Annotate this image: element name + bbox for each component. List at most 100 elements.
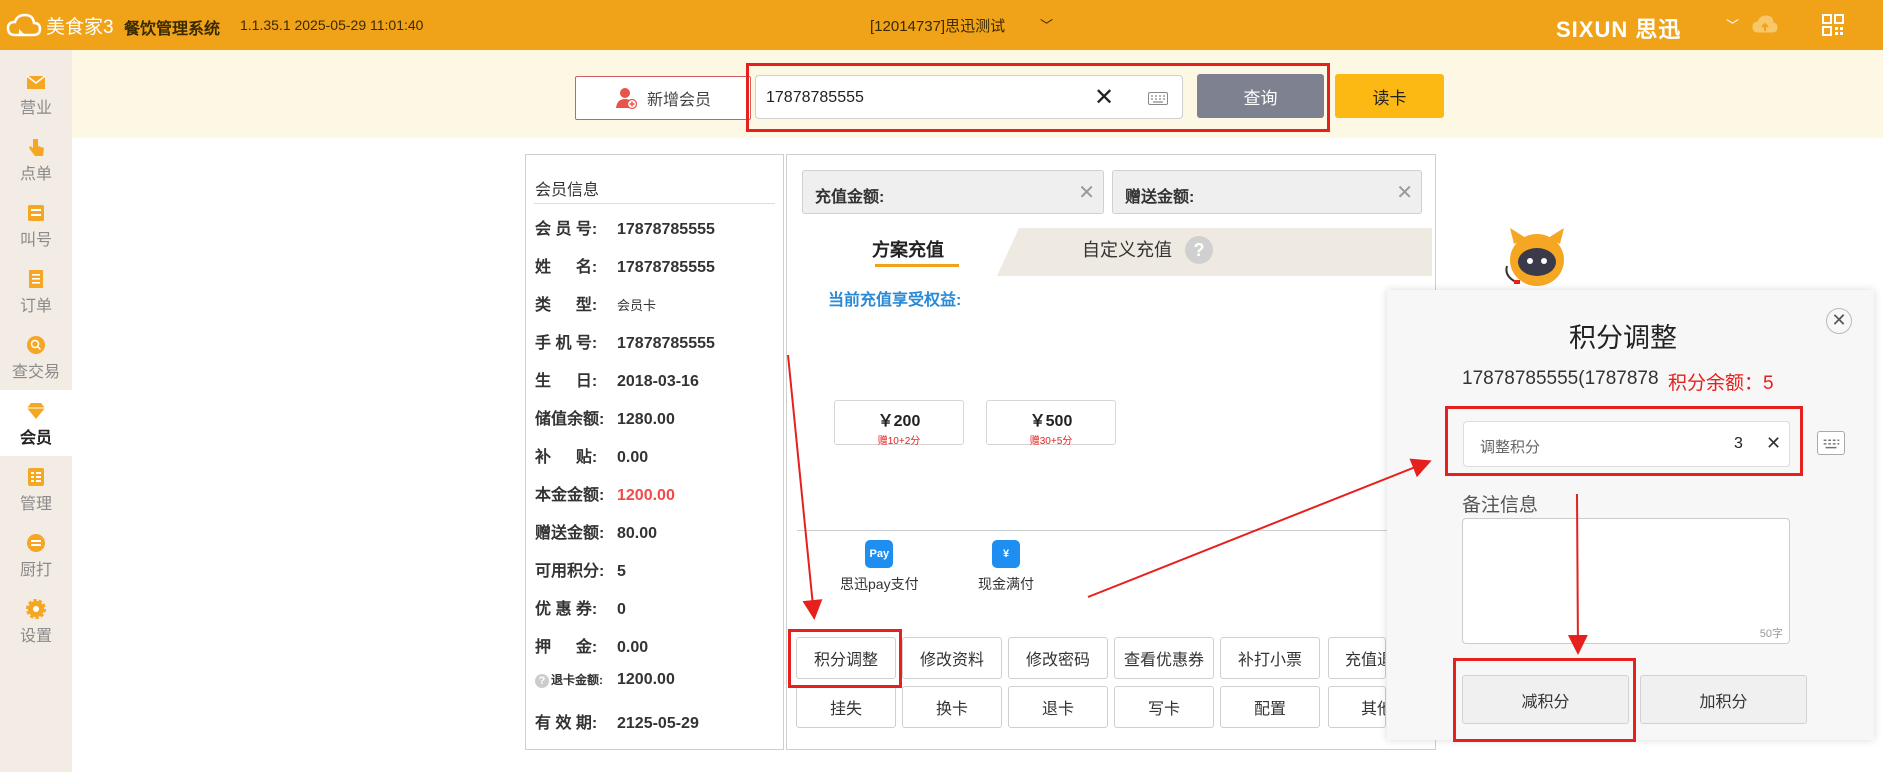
note-textarea[interactable]: 50字: [1462, 518, 1790, 644]
sidebar-item-kitchen-print[interactable]: 厨打: [0, 522, 72, 588]
recharge-plan-card[interactable]: ￥500 赠30+5分: [986, 400, 1116, 447]
clear-icon[interactable]: ✕: [1396, 180, 1413, 205]
sidebar-item-orders[interactable]: 订单: [0, 258, 72, 324]
close-icon[interactable]: ✕: [1826, 308, 1852, 334]
field-label: 优 惠 券:: [535, 601, 598, 618]
highlight-box: [746, 63, 1330, 132]
replace-card-button[interactable]: 换卡: [902, 686, 1002, 728]
sidebar-item-order[interactable]: 点单: [0, 126, 72, 192]
search-coin-icon: [27, 336, 45, 354]
field-value: 5: [617, 563, 626, 580]
recharge-plan-card[interactable]: ￥200 赠10+2分: [834, 400, 964, 447]
highlight-box: [788, 629, 902, 688]
points-balance: 积分余额：5: [1668, 373, 1774, 394]
change-password-button[interactable]: 修改密码: [1008, 637, 1108, 679]
field-label: 手 机 号:: [535, 335, 598, 352]
edit-profile-button[interactable]: 修改资料: [902, 637, 1002, 679]
member-field-row: ? 退卡金额: 1200.00: [535, 671, 675, 689]
field-label: 储值余额:: [535, 411, 605, 428]
payment-sixun-pay[interactable]: Pay 思迅pay支付: [840, 540, 919, 594]
highlight-box: [1445, 406, 1803, 476]
sidebar-item-label: 点单: [19, 166, 52, 183]
sidebar-item-label: 查交易: [11, 364, 60, 381]
divider: [534, 203, 775, 204]
member-field-row: 优 惠 券: 0: [535, 595, 626, 619]
view-coupons-button[interactable]: 查看优惠券: [1114, 637, 1214, 679]
diamond-icon: [27, 403, 45, 419]
tab-custom-recharge[interactable]: 自定义充值: [1082, 236, 1172, 262]
title-bar: 美食家3 餐饮管理系统 1.1.35.1 2025-05-29 11:01:40…: [0, 0, 1883, 50]
member-info-panel: 会员信息 会 员 号: 17878785555 姓 名: 17878785555 类…: [525, 154, 784, 750]
tab-slant: [997, 228, 1019, 276]
other-button[interactable]: 其他: [1328, 686, 1386, 728]
add-member-button[interactable]: 新增会员: [575, 76, 751, 120]
dialog-member-line: 17878785555(1787878: [1462, 368, 1659, 389]
sidebar-item-member[interactable]: 会员: [0, 390, 72, 456]
reprint-receipt-button[interactable]: 补打小票: [1220, 637, 1320, 679]
payment-cash[interactable]: ¥ 现金满付: [978, 540, 1034, 594]
payment-label: 思迅pay支付: [840, 576, 919, 592]
sidebar-item-transactions[interactable]: 查交易: [0, 324, 72, 390]
highlight-box: [1453, 658, 1636, 742]
field-value: 0.00: [617, 639, 649, 656]
member-field-row: 生 日: 2018-03-16: [535, 367, 699, 391]
field-label: 会 员 号:: [535, 221, 598, 238]
gift-amount-label: 赠送金额:: [1125, 189, 1195, 206]
system-name: 餐饮管理系统: [124, 21, 221, 38]
field-label: 补 贴:: [535, 449, 598, 466]
recharge-refund-button[interactable]: 充值退: [1328, 637, 1386, 679]
store-selector[interactable]: [12014737]思迅测试: [870, 15, 1005, 36]
number-ticket-icon: [28, 205, 44, 221]
chevron-down-icon[interactable]: ﹀: [1040, 15, 1053, 34]
return-card-button[interactable]: 退卡: [1008, 686, 1108, 728]
chevron-down-icon[interactable]: ﹀: [1726, 15, 1739, 34]
sidebar-item-settings[interactable]: 设置: [0, 588, 72, 654]
field-value: 0.00: [617, 449, 649, 466]
field-value: 17878785555: [617, 259, 715, 276]
member-info-title: 会员信息: [535, 182, 600, 199]
cloud-sync-icon[interactable]: [1752, 14, 1778, 36]
sidebar-item-label: 设置: [19, 628, 52, 645]
write-card-button[interactable]: 写卡: [1114, 686, 1214, 728]
read-card-button[interactable]: 读卡: [1335, 74, 1444, 118]
member-field-row: 储值余额: 1280.00: [535, 405, 675, 429]
document-list-icon: [29, 270, 43, 288]
field-label: 可用积分:: [535, 563, 605, 580]
sidebar-item-management[interactable]: 管理: [0, 456, 72, 522]
keyboard-icon[interactable]: [1817, 431, 1845, 455]
field-label: 类 型:: [535, 297, 598, 314]
tab-plan-recharge[interactable]: 方案充值: [872, 236, 944, 262]
field-label: 本金金额:: [535, 487, 605, 504]
recharge-amount-field[interactable]: 充值金额: ✕: [802, 170, 1104, 214]
field-value: 1200.00: [617, 671, 675, 688]
plan-gift: 赠30+5分: [1029, 436, 1073, 447]
kitchen-print-icon: [27, 534, 45, 552]
gift-amount-field[interactable]: 赠送金额: ✕: [1112, 170, 1422, 214]
member-field-row: 补 贴: 0.00: [535, 443, 648, 467]
plan-gift: 赠10+2分: [877, 436, 921, 447]
field-value: 17878785555: [617, 335, 715, 352]
sidebar-item-label: 订单: [19, 298, 52, 315]
recharge-amount-label: 充值金额:: [815, 189, 885, 206]
config-button[interactable]: 配置: [1220, 686, 1320, 728]
cash-icon: ¥: [992, 540, 1020, 568]
sidebar-item-call-number[interactable]: 叫号: [0, 192, 72, 258]
help-icon[interactable]: ?: [535, 674, 549, 688]
member-field-row: 可用积分: 5: [535, 557, 626, 581]
report-loss-button[interactable]: 挂失: [796, 686, 896, 728]
mascot-icon: [1505, 228, 1564, 286]
plan-price: ￥500: [1029, 413, 1073, 430]
increase-points-button[interactable]: 加积分: [1640, 675, 1807, 724]
sidebar-item-label: 会员: [19, 430, 52, 447]
sidebar-item-business[interactable]: 营业: [0, 60, 72, 126]
sidebar: 营业 点单 叫号 订单 查交易 会员 管理 厨打 设置: [0, 50, 72, 772]
payment-label: 现金满付: [978, 576, 1034, 592]
qr-code-icon[interactable]: [1822, 14, 1844, 36]
gear-icon: [26, 599, 46, 619]
clear-icon[interactable]: ✕: [1078, 180, 1095, 205]
field-label: 生 日:: [535, 373, 598, 390]
member-field-row: 手 机 号: 17878785555: [535, 329, 715, 353]
field-label: ? 退卡金额:: [535, 671, 617, 688]
management-icon: [28, 468, 44, 486]
help-icon[interactable]: ?: [1185, 236, 1213, 264]
